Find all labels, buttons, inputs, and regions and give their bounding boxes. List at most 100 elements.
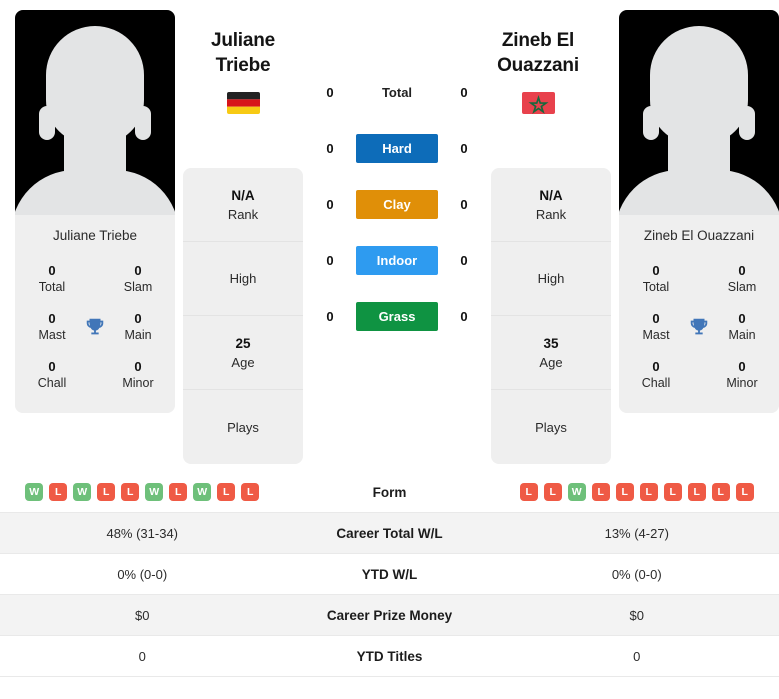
avatar-silhouette-head: [46, 26, 144, 144]
player-titles-right: 0 Total 0 Slam 0 Mast 0 Main 0 Chall 0 M…: [619, 255, 779, 413]
meta-plays-left: Plays: [183, 390, 303, 464]
titles-row-total-slam-right: 0 Total 0 Slam: [619, 255, 779, 303]
meta-high-left: High: [183, 242, 303, 316]
table-row-form: WLWLLWLWLL Form LLWLLLLLLL: [0, 472, 779, 513]
form-badge-loss[interactable]: L: [97, 483, 116, 501]
form-badge-loss[interactable]: L: [663, 483, 682, 501]
form-badge-win[interactable]: W: [193, 483, 212, 501]
surface-row-indoor: 0 Indoor 0: [303, 234, 491, 286]
titles-chall-left: 0 Chall: [37, 359, 67, 390]
surface-row-hard: 0 Hard 0: [303, 122, 491, 174]
titles-slam-left: 0 Slam: [123, 263, 153, 294]
player-meta-right: N/A Rank High 35 Age Plays: [491, 168, 611, 464]
meta-rank-right: N/A Rank: [491, 168, 611, 242]
table-row-career-total-wl: 48% (31-34) Career Total W/L 13% (4-27): [0, 513, 779, 554]
surface-total-left-count: 0: [326, 84, 334, 100]
form-badge-loss[interactable]: L: [241, 483, 260, 501]
surface-hard-left-count: 0: [326, 140, 334, 156]
player-name-right: Zineb El Ouazzani: [619, 215, 779, 255]
form-badges-right: LLWLLLLLLL: [495, 483, 779, 501]
meta-high-right: High: [491, 242, 611, 316]
surface-badge-grass: Grass: [356, 301, 438, 331]
form-badge-loss[interactable]: L: [49, 483, 68, 501]
titles-total-right: 0 Total: [642, 263, 670, 294]
titles-row-chall-minor-right: 0 Chall 0 Minor: [619, 351, 779, 399]
table-label-ytd-wl: YTD W/L: [361, 566, 418, 582]
ytd-wl-left: 0% (0-0): [117, 566, 168, 582]
career-prize-money-left: $0: [135, 607, 150, 623]
titles-row-mast-main-left: 0 Mast 0 Main: [15, 303, 175, 351]
titles-minor-left: 0 Minor: [122, 359, 154, 390]
form-badge-loss[interactable]: L: [711, 483, 730, 501]
titles-main-left: 0 Main: [124, 311, 152, 342]
surface-grass-right-count: 0: [460, 308, 468, 324]
form-badge-win[interactable]: W: [73, 483, 92, 501]
meta-age-left: 25 Age: [183, 316, 303, 390]
form-badge-loss[interactable]: L: [615, 483, 634, 501]
surface-clay-right-count: 0: [460, 196, 468, 212]
player-name-left: Juliane Triebe: [15, 215, 175, 255]
player-meta-left: N/A Rank High 25 Age Plays: [183, 168, 303, 464]
titles-slam-right: 0 Slam: [727, 263, 757, 294]
trophy-icon-left: [80, 316, 110, 338]
meta-rank-left: N/A Rank: [183, 168, 303, 242]
surface-indoor-right-count: 0: [460, 252, 468, 268]
player-titles-left: 0 Total 0 Slam 0 Mast 0 Main 0 Chall 0 M…: [15, 255, 175, 413]
surface-head-to-head: 0 Total 0 0 Hard 0 0 Clay 0 0 Indoor 0 0: [303, 10, 491, 342]
titles-total-left: 0 Total: [38, 263, 66, 294]
player-title-right-line1: Zineb El: [501, 30, 575, 51]
meta-plays-right: Plays: [491, 390, 611, 464]
table-label-career-total-wl: Career Total W/L: [336, 525, 443, 541]
player-card-right[interactable]: Zineb El Ouazzani 0 Total 0 Slam 0 Mast …: [619, 10, 779, 413]
form-badge-loss[interactable]: L: [639, 483, 658, 501]
avatar-silhouette-ear-right: [739, 106, 755, 140]
form-badge-loss[interactable]: L: [591, 483, 610, 501]
avatar-silhouette-body: [15, 170, 175, 215]
form-badge-loss[interactable]: L: [169, 483, 188, 501]
player-avatar-left: [15, 10, 175, 215]
form-badge-loss[interactable]: L: [121, 483, 140, 501]
player-title-left-line2: Triebe: [215, 55, 271, 76]
titles-row-chall-minor-left: 0 Chall 0 Minor: [15, 351, 175, 399]
player-header-left: Juliane Triebe: [183, 28, 303, 114]
player-avatar-right: [619, 10, 779, 215]
form-badge-win[interactable]: W: [145, 483, 164, 501]
avatar-silhouette-ear-left: [643, 106, 659, 140]
table-label-career-prize-money: Career Prize Money: [326, 607, 453, 623]
player-header-right: Zineb El Ouazzani: [478, 28, 598, 114]
titles-minor-right: 0 Minor: [726, 359, 758, 390]
form-badge-loss[interactable]: L: [217, 483, 236, 501]
career-total-wl-left: 48% (31-34): [106, 525, 179, 541]
comparison-stats-table: WLWLLWLWLL Form LLWLLLLLLL 48% (31-34) C…: [0, 472, 779, 677]
titles-main-right: 0 Main: [728, 311, 756, 342]
table-label-ytd-titles: YTD Titles: [356, 648, 423, 664]
career-prize-money-right: $0: [629, 607, 644, 623]
table-row-ytd-wl: 0% (0-0) YTD W/L 0% (0-0): [0, 554, 779, 595]
surface-badge-total: Total: [381, 84, 413, 100]
titles-row-total-slam-left: 0 Total 0 Slam: [15, 255, 175, 303]
flag-morocco-icon: [521, 92, 555, 114]
form-badge-loss[interactable]: L: [519, 483, 538, 501]
form-left: WLWLLWLWLL: [0, 483, 285, 501]
surface-clay-left-count: 0: [326, 196, 334, 212]
titles-mast-right: 0 Mast: [642, 311, 670, 342]
form-badge-win[interactable]: W: [25, 483, 44, 501]
surface-badge-clay: Clay: [356, 189, 438, 219]
player-card-left[interactable]: Juliane Triebe 0 Total 0 Slam 0 Mast 0 M…: [15, 10, 175, 413]
form-badge-loss[interactable]: L: [543, 483, 562, 501]
avatar-silhouette-body: [619, 170, 779, 215]
career-total-wl-right: 13% (4-27): [604, 525, 669, 541]
form-badge-loss[interactable]: L: [687, 483, 706, 501]
meta-age-right: 35 Age: [491, 316, 611, 390]
avatar-silhouette-ear-right: [135, 106, 151, 140]
table-row-career-prize-money: $0 Career Prize Money $0: [0, 595, 779, 636]
ytd-titles-left: 0: [138, 648, 146, 664]
avatar-silhouette-head: [650, 26, 748, 144]
surface-hard-right-count: 0: [460, 140, 468, 156]
player-title-right-line2: Ouazzani: [497, 55, 579, 76]
player-comparison-page: Juliane Triebe 0 Total 0 Slam 0 Mast 0 M…: [0, 0, 779, 699]
flag-germany-icon: [226, 92, 260, 114]
form-badge-loss[interactable]: L: [735, 483, 754, 501]
form-badges-left: WLWLLWLWLL: [0, 483, 285, 501]
form-badge-win[interactable]: W: [567, 483, 586, 501]
